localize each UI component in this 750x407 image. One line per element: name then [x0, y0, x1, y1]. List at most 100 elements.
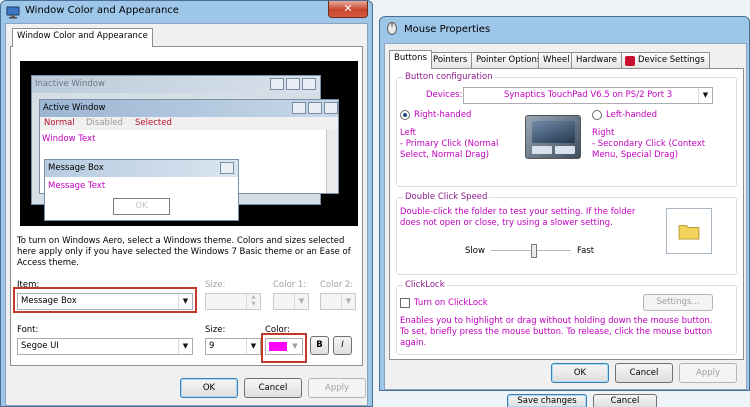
save-changes-button[interactable]: Save changes — [507, 394, 587, 407]
clicklock-checkbox[interactable] — [400, 298, 410, 308]
mouse-cancel-button[interactable]: Cancel — [615, 363, 673, 383]
color2-picker: ▼ — [320, 293, 356, 310]
maximize-icon — [308, 102, 322, 114]
preview-msgbox-text: Message Text — [48, 181, 106, 191]
chevron-down-icon: ▼ — [178, 339, 192, 354]
touchpad-surface — [532, 121, 575, 143]
slider-thumb[interactable] — [531, 244, 537, 258]
mouse-ok-button[interactable]: OK — [551, 363, 609, 383]
clicklock-title: ClickLock — [403, 280, 447, 290]
slow-label: Slow — [465, 246, 485, 256]
double-click-group: Double Click Speed Double-click the fold… — [396, 192, 737, 275]
double-click-speed-slider[interactable] — [491, 244, 571, 258]
preview-menu-bar: Normal Disabled Selected — [40, 117, 338, 130]
left-handed-radio[interactable] — [592, 110, 602, 120]
fast-label: Fast — [577, 246, 595, 256]
close-icon: ✕ — [343, 2, 353, 15]
clicklock-settings-button: Settings... — [643, 294, 713, 311]
synaptics-icon — [625, 56, 635, 66]
mouse-apply-button: Apply — [679, 363, 737, 383]
bold-button[interactable]: B — [310, 336, 329, 355]
tab-buttons[interactable]: Buttons — [389, 50, 432, 69]
double-click-title: Double Click Speed — [403, 192, 490, 202]
wca-tab-panel: Inactive Window Active Window Normal Dis… — [10, 46, 363, 366]
wca-window: Window Color and Appearance ✕ Window Col… — [0, 0, 373, 407]
minimize-icon — [292, 102, 306, 114]
folder-icon — [678, 225, 700, 240]
chevron-down-icon: ▼ — [246, 339, 260, 354]
button-config-title: Button configuration — [403, 72, 495, 82]
spin-arrows-icon: ▲ ▼ — [246, 294, 260, 309]
wca-apply-button: Apply — [308, 378, 366, 398]
preview-scrollbar — [326, 130, 338, 193]
mouse-title: Mouse Properties — [404, 24, 491, 35]
mouse-client: Buttons Pointers Pointer Options Wheel H… — [384, 43, 747, 390]
item-size-spinner: ▲ ▼ — [205, 293, 261, 310]
bottom-cancel-button[interactable]: Cancel — [593, 394, 657, 407]
clicklock-group: ClickLock Turn on ClickLock Settings... … — [396, 280, 737, 355]
clicklock-text: Enables you to highlight or drag without… — [400, 316, 713, 348]
buttons-tab-panel: Button configuration Devices: Synaptics … — [389, 68, 744, 360]
touchpad-left-button — [532, 146, 552, 154]
font-label: Font: — [17, 325, 39, 335]
font-color-highlight-box — [261, 333, 307, 363]
right-button-desc: - Secondary Click (Context Menu, Special… — [592, 139, 706, 160]
tab-wheel[interactable]: Wheel — [538, 52, 575, 69]
tab-pointers[interactable]: Pointers — [428, 52, 473, 69]
maximize-icon — [286, 78, 300, 90]
left-button-desc: - Primary Click (Normal Select, Normal D… — [400, 139, 499, 160]
item-highlight-box — [13, 287, 197, 313]
mouse-window: Mouse Properties Buttons Pointers Pointe… — [379, 16, 750, 391]
minimize-icon — [270, 78, 284, 90]
aero-info-text: To turn on Windows Aero, select a Window… — [17, 236, 351, 268]
wca-ok-button[interactable]: OK — [180, 378, 238, 398]
tab-hardware[interactable]: Hardware — [571, 52, 623, 69]
mouse-icon — [387, 22, 397, 35]
font-size-label: Size: — [205, 325, 226, 335]
wca-client: Window Color and Appearance Inactive Win… — [5, 23, 368, 406]
preview-menu-normal: Normal — [44, 118, 75, 128]
touchpad-image — [525, 115, 581, 159]
display-settings-icon — [6, 6, 20, 19]
preview-menu-selected: Selected — [135, 118, 172, 128]
italic-button[interactable]: I — [333, 336, 352, 355]
test-folder-box[interactable] — [666, 208, 712, 254]
item-size-label: Size: — [205, 280, 226, 290]
preview-msgbox-ok: OK — [113, 198, 170, 215]
button-config-group: Button configuration Devices: Synaptics … — [396, 72, 737, 187]
color1-label: Color 1: — [273, 280, 307, 290]
appearance-preview: Inactive Window Active Window Normal Dis… — [20, 61, 358, 226]
close-icon — [220, 162, 234, 174]
preview-menu-disabled: Disabled — [86, 118, 123, 128]
chevron-down-icon: ▼ — [341, 294, 355, 309]
preview-message-box: Message Box Message Text OK — [44, 159, 239, 221]
right-button-title: Right — [592, 128, 615, 138]
wca-title: Window Color and Appearance — [25, 5, 179, 16]
chevron-down-icon: ▼ — [294, 294, 308, 309]
mouse-titlebar[interactable]: Mouse Properties — [380, 17, 749, 39]
wca-cancel-button[interactable]: Cancel — [244, 378, 302, 398]
clicklock-checkbox-label: Turn on ClickLock — [414, 298, 488, 308]
preview-msgbox-title: Message Box — [45, 160, 238, 177]
tab-pointer-options[interactable]: Pointer Options — [471, 52, 547, 69]
color1-picker: ▼ — [273, 293, 309, 310]
right-handed-label: Right-handed — [414, 110, 472, 120]
left-button-title: Left — [400, 128, 416, 138]
tab-window-color-appearance[interactable]: Window Color and Appearance — [12, 28, 153, 47]
close-icon — [324, 102, 338, 114]
left-handed-label: Left-handed — [606, 110, 658, 120]
tab-device-settings[interactable]: Device Settings — [621, 52, 710, 69]
chevron-down-icon: ▼ — [698, 88, 712, 103]
right-handed-radio[interactable] — [400, 110, 410, 120]
touchpad-right-button — [555, 146, 575, 154]
wca-titlebar[interactable]: Window Color and Appearance ✕ — [1, 1, 372, 23]
double-click-text: Double-click the folder to test your set… — [400, 207, 636, 228]
color2-label: Color 2: — [320, 280, 354, 290]
close-icon — [302, 78, 316, 90]
font-select[interactable]: Segoe UI ▼ — [17, 338, 193, 355]
wca-close-button[interactable]: ✕ — [328, 1, 368, 18]
devices-label: Devices: — [426, 90, 463, 100]
font-size-select[interactable]: 9 ▼ — [205, 338, 261, 355]
preview-window-text: Window Text — [42, 134, 96, 144]
devices-select[interactable]: Synaptics TouchPad V6.5 on PS/2 Port 3 ▼ — [463, 87, 713, 104]
